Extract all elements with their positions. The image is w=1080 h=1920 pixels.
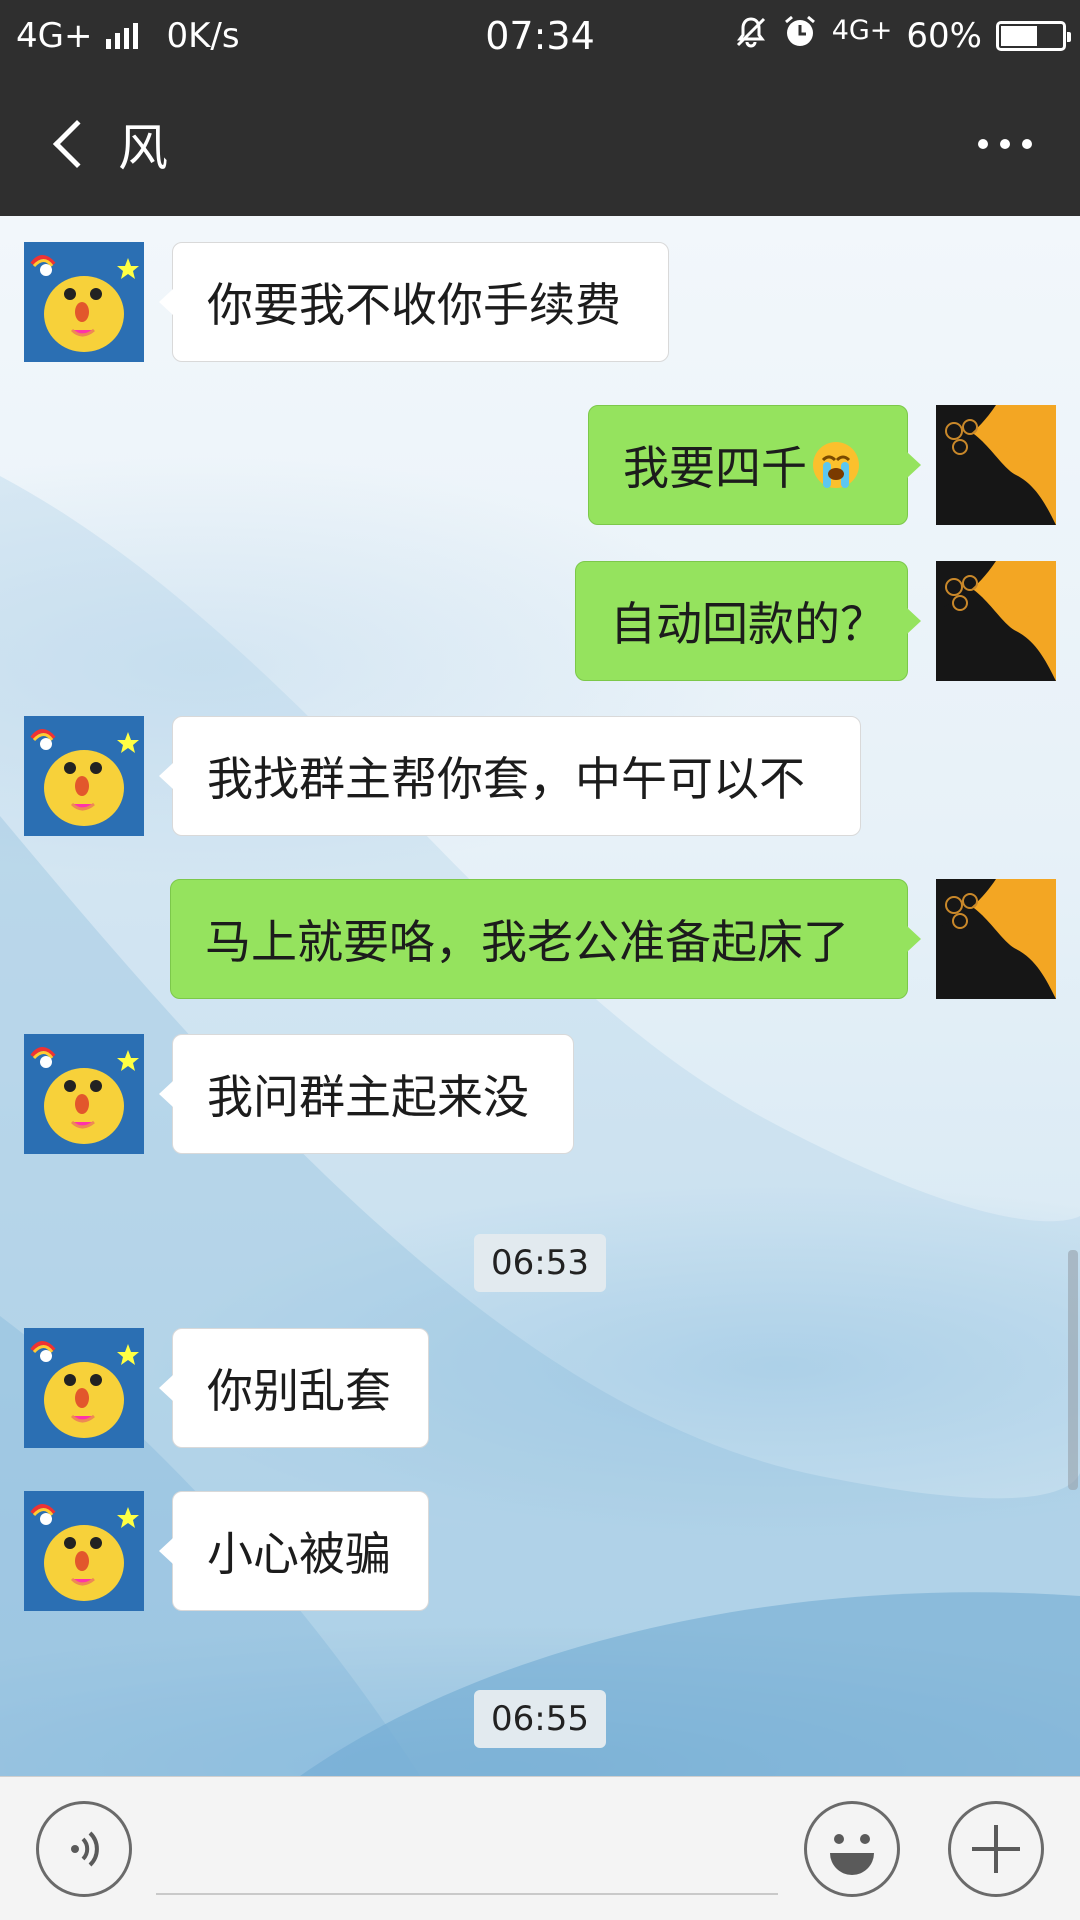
plus-button[interactable] bbox=[948, 1801, 1044, 1897]
alarm-icon bbox=[782, 14, 818, 59]
chat-title: 风 bbox=[118, 119, 168, 177]
voice-button[interactable] bbox=[36, 1801, 132, 1897]
crying-face-emoji bbox=[811, 440, 861, 490]
status-left: 4G+ 0K/s bbox=[16, 0, 240, 72]
contact-avatar[interactable] bbox=[24, 242, 144, 362]
network-type: 4G+ bbox=[16, 16, 93, 56]
back-button[interactable] bbox=[28, 102, 112, 186]
emoji-button[interactable] bbox=[804, 1801, 900, 1897]
mute-icon bbox=[734, 15, 768, 58]
chat-header: 风 bbox=[0, 72, 1080, 216]
network-type-right: 4G+ bbox=[831, 14, 893, 46]
input-bar bbox=[0, 1776, 1080, 1920]
self-avatar[interactable] bbox=[936, 879, 1056, 999]
incoming-message[interactable]: 我找群主帮你套，中午可以不 bbox=[159, 716, 861, 836]
more-button[interactable] bbox=[960, 108, 1050, 180]
message-input[interactable] bbox=[156, 1803, 778, 1895]
smiley-icon bbox=[830, 1834, 874, 1875]
timestamp: 06:55 bbox=[474, 1690, 606, 1748]
more-dots-icon bbox=[978, 139, 988, 149]
chevron-left-icon bbox=[52, 119, 102, 169]
outgoing-message[interactable]: 马上就要咯，我老公准备起床了 bbox=[170, 879, 921, 999]
plus-icon bbox=[972, 1825, 1020, 1873]
clock: 07:34 bbox=[485, 14, 595, 58]
contact-avatar[interactable] bbox=[24, 716, 144, 836]
contact-avatar[interactable] bbox=[24, 1491, 144, 1611]
incoming-message[interactable]: 小心被骗 bbox=[159, 1491, 429, 1611]
scrollbar[interactable] bbox=[1068, 1250, 1078, 1490]
incoming-message[interactable]: 你别乱套 bbox=[159, 1328, 429, 1448]
battery-icon bbox=[996, 21, 1071, 51]
contact-avatar[interactable] bbox=[24, 1034, 144, 1154]
outgoing-message[interactable]: 自动回款的？ bbox=[575, 561, 921, 681]
incoming-message[interactable]: 你要我不收你手续费 bbox=[159, 242, 669, 362]
timestamp: 06:53 bbox=[474, 1234, 606, 1292]
status-right: 4G+ 60% bbox=[734, 0, 1071, 72]
status-bar: 4G+ 0K/s 07:34 4G+ 60% bbox=[0, 0, 1080, 72]
voice-icon bbox=[71, 1831, 99, 1867]
incoming-message[interactable]: 我问群主起来没 bbox=[159, 1034, 574, 1154]
self-avatar[interactable] bbox=[936, 561, 1056, 681]
self-avatar[interactable] bbox=[936, 405, 1056, 525]
network-speed: 0K/s bbox=[166, 16, 240, 56]
battery-percent: 60% bbox=[906, 16, 982, 56]
outgoing-message[interactable]: 我要四千 bbox=[588, 405, 921, 525]
message-list[interactable]: 你要我不收你手续费 我要四千 自动回款的？ 我找群主帮你套，中午可以不 马上就要… bbox=[0, 216, 1080, 1776]
signal-icon bbox=[106, 23, 139, 49]
contact-avatar[interactable] bbox=[24, 1328, 144, 1448]
